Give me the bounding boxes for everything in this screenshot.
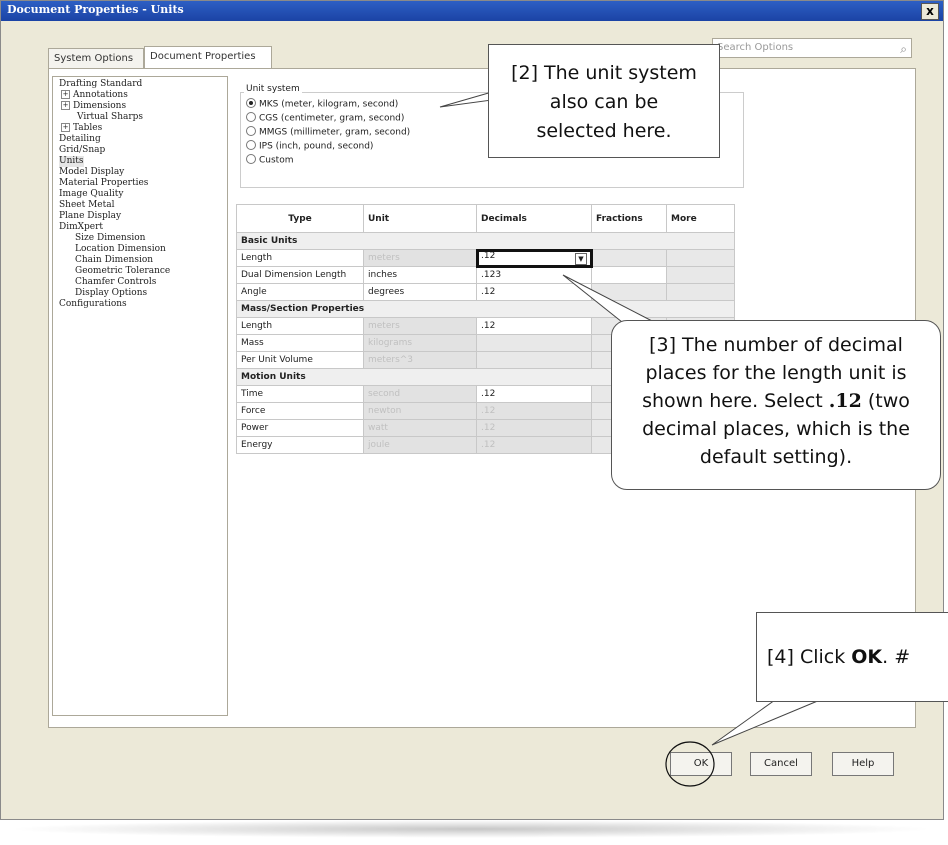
- callout-4-text: [4] Click: [767, 646, 852, 668]
- callout-4-text-end: . #: [882, 646, 911, 668]
- callout-3-pointer: [562, 274, 655, 323]
- callout-4-bold: OK: [851, 646, 883, 668]
- callout-4-pointer: [711, 699, 821, 746]
- callout-2: [2] The unit system also can be selected…: [488, 44, 720, 158]
- callout-3: [3] The number of decimal places for the…: [611, 320, 941, 490]
- ok-highlight-circle: [665, 741, 715, 787]
- callout-3-bold: .12: [828, 390, 862, 412]
- callout-2-line: also can be: [549, 91, 659, 113]
- callout-4: [4] Click OK. #: [756, 612, 948, 702]
- callout-2-line: selected here.: [536, 120, 672, 142]
- callout-2-pointer: [439, 91, 493, 108]
- callout-2-line: [2] The unit system: [511, 62, 697, 84]
